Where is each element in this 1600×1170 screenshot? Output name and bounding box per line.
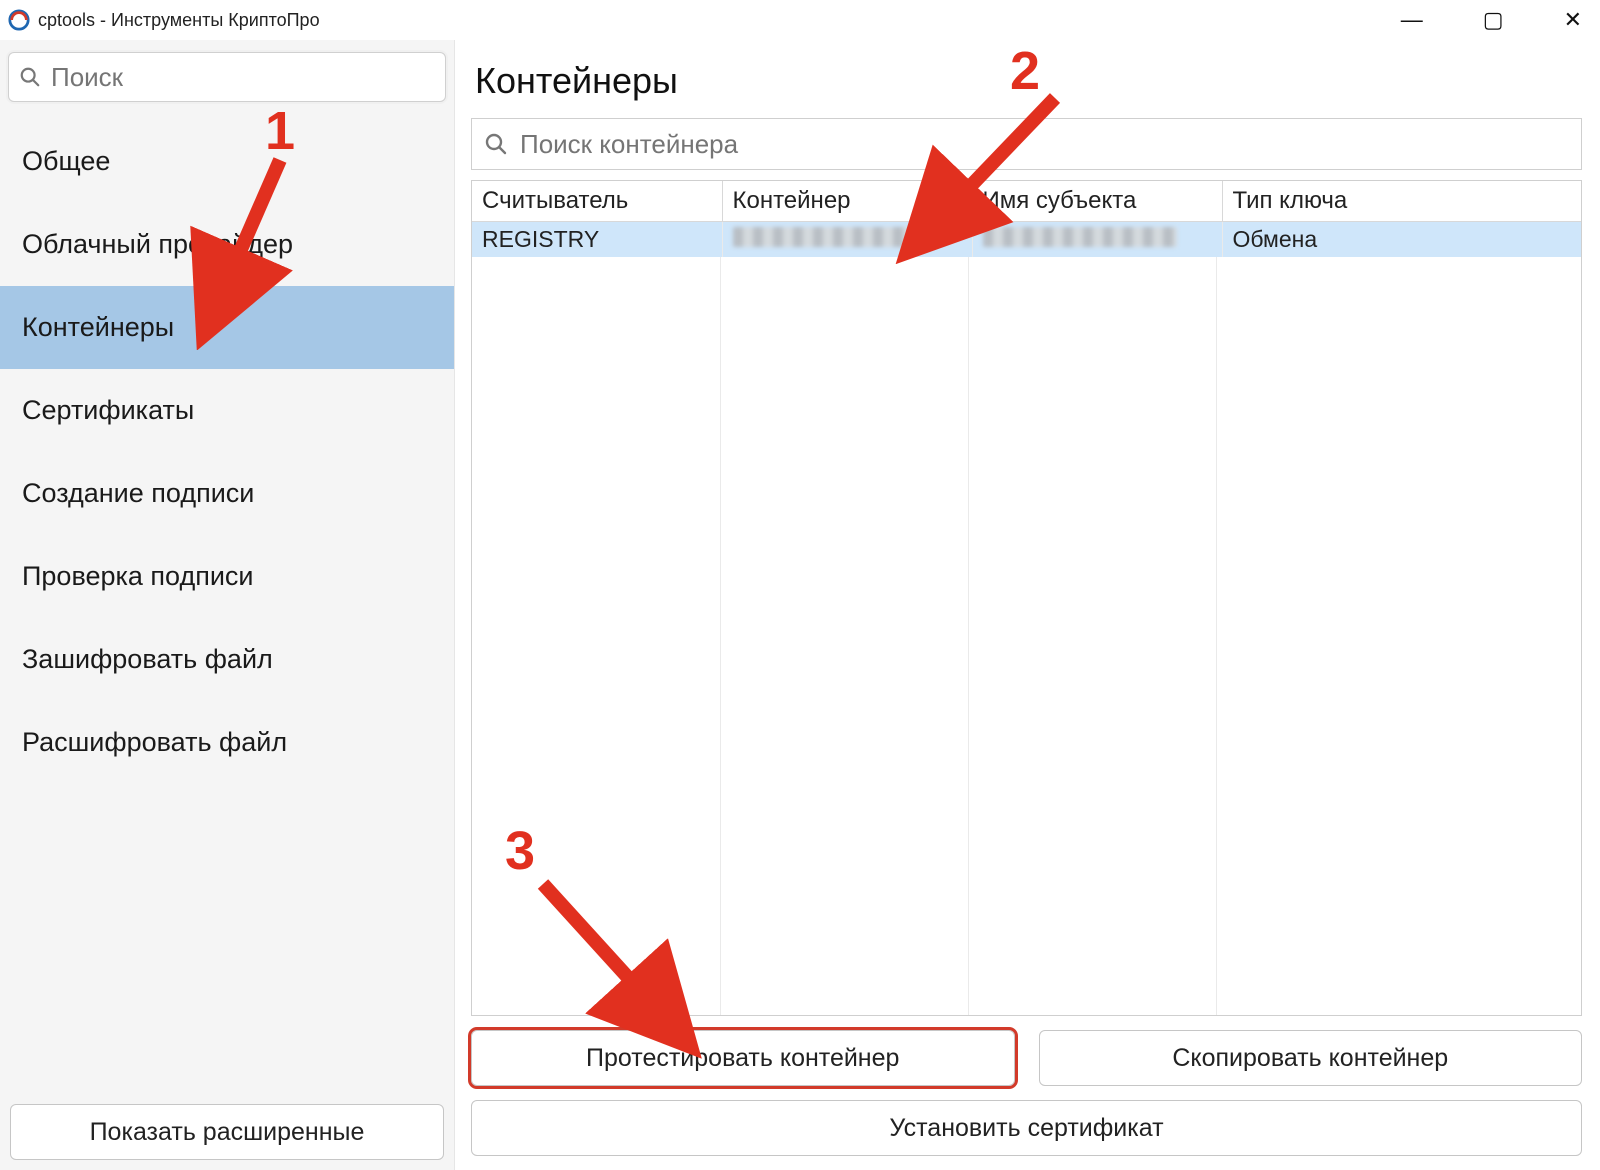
main-panel: Контейнеры Считыватель Контейнер Имя суб… [455,40,1600,1170]
titlebar: cptools - Инструменты КриптоПро — ▢ ✕ [0,0,1600,40]
container-search-input[interactable] [520,129,1569,160]
window-controls: — ▢ ✕ [1401,9,1592,31]
table-empty-area [472,257,1581,1015]
test-container-button[interactable]: Протестировать контейнер [471,1030,1015,1086]
table-row[interactable]: REGISTRY Обмена [472,222,1581,258]
sidebar-search[interactable] [8,52,446,102]
install-certificate-button[interactable]: Установить сертификат [471,1100,1582,1156]
sidebar-item-create-signature[interactable]: Создание подписи [0,452,454,535]
cell-reader: REGISTRY [472,222,722,258]
col-key-type[interactable]: Тип ключа [1222,181,1581,222]
cell-key-type: Обмена [1222,222,1581,258]
sidebar-item-cloud-provider[interactable]: Облачный провайдер [0,203,454,286]
sidebar-item-general[interactable]: Общее [0,120,454,203]
containers-table: Считыватель Контейнер Имя субъекта Тип к… [471,180,1582,1016]
sidebar-nav: Общее Облачный провайдер Контейнеры Серт… [0,120,454,1094]
close-button[interactable]: ✕ [1564,9,1582,31]
minimize-button[interactable]: — [1401,9,1423,31]
app-window: cptools - Инструменты КриптоПро — ▢ ✕ Об… [0,0,1600,1170]
window-title: cptools - Инструменты КриптоПро [38,10,320,31]
sidebar-search-input[interactable] [51,62,435,93]
maximize-button[interactable]: ▢ [1483,9,1504,31]
search-icon [484,132,508,156]
cell-subject [972,222,1222,258]
show-extended-button[interactable]: Показать расширенные [10,1104,444,1160]
sidebar-item-certificates[interactable]: Сертификаты [0,369,454,452]
sidebar: Общее Облачный провайдер Контейнеры Серт… [0,40,455,1170]
sidebar-item-decrypt-file[interactable]: Расшифровать файл [0,701,454,784]
cell-container [722,222,972,258]
container-search[interactable] [471,118,1582,170]
page-title: Контейнеры [475,60,1582,102]
col-reader[interactable]: Считыватель [472,181,722,222]
copy-container-button[interactable]: Скопировать контейнер [1039,1030,1583,1086]
app-icon [8,9,30,31]
col-container[interactable]: Контейнер [722,181,972,222]
col-subject[interactable]: Имя субъекта [972,181,1222,222]
sidebar-item-verify-signature[interactable]: Проверка подписи [0,535,454,618]
sidebar-item-encrypt-file[interactable]: Зашифровать файл [0,618,454,701]
table-header-row: Считыватель Контейнер Имя субъекта Тип к… [472,181,1581,222]
sidebar-item-containers[interactable]: Контейнеры [0,286,454,369]
search-icon [19,66,41,88]
